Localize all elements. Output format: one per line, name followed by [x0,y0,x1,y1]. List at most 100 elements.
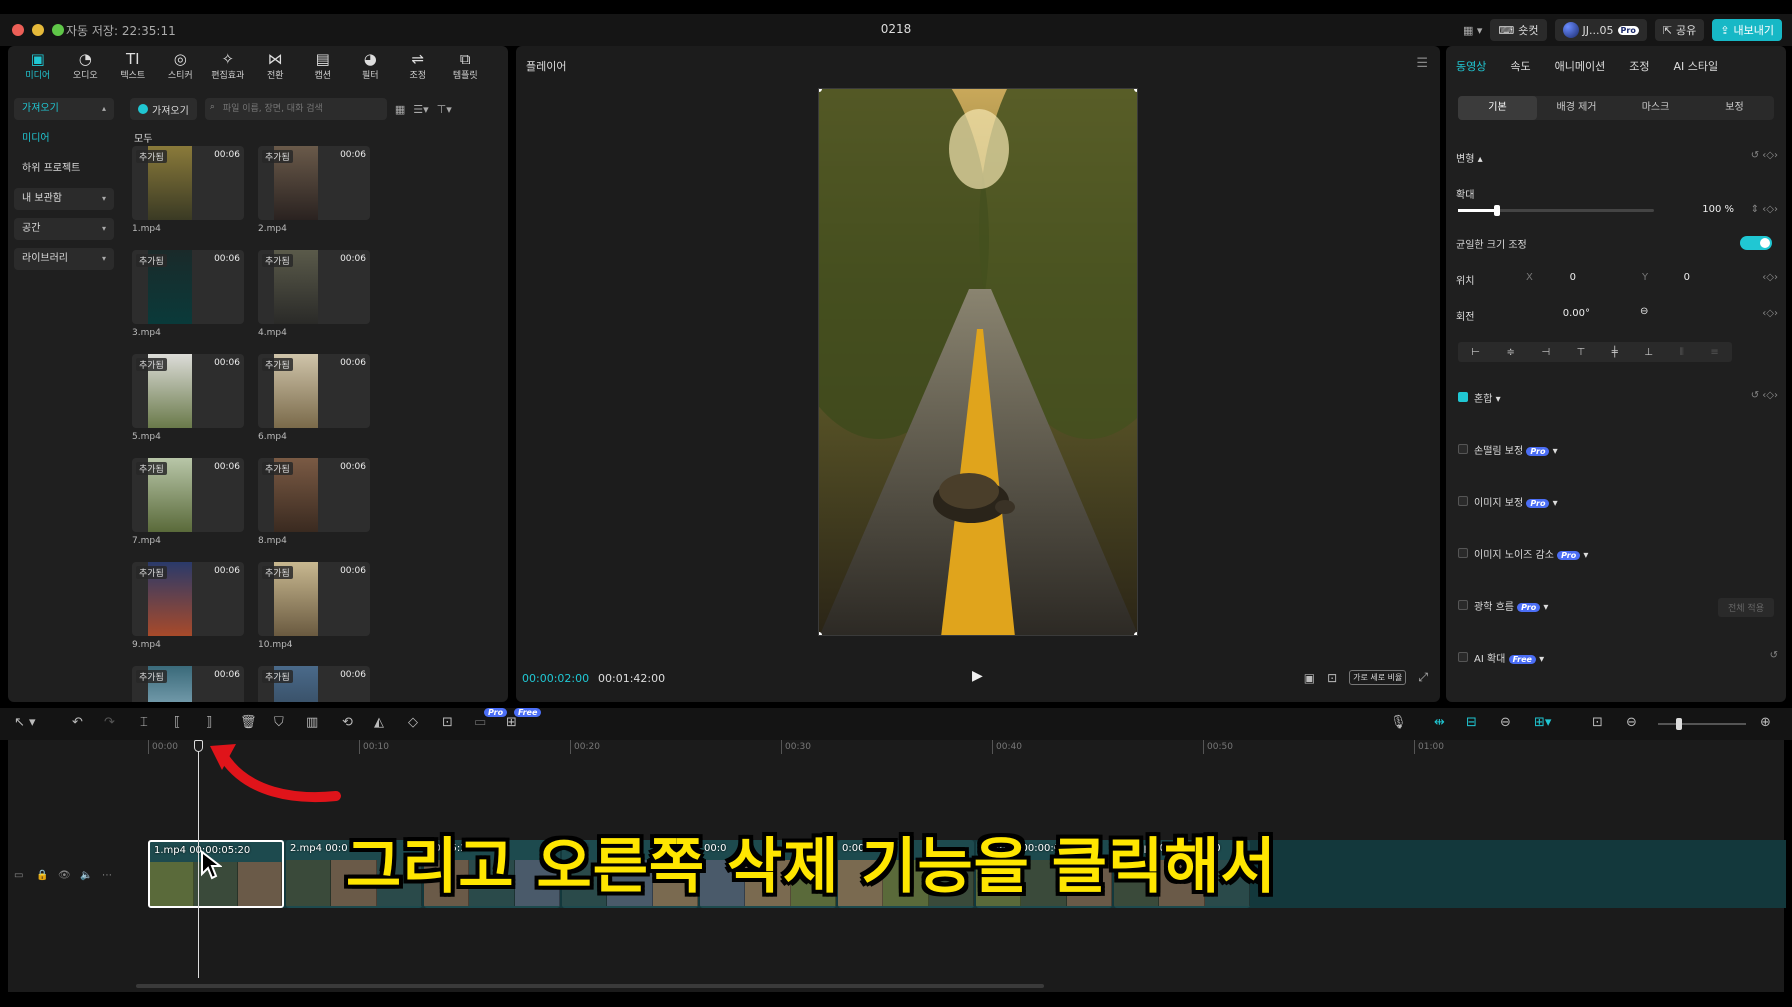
export-button[interactable]: ⇪ 내보내기 [1712,19,1782,41]
blend-checkbox[interactable] [1458,392,1468,402]
tool-tab-adjust[interactable]: ⇌ 조정 [394,46,442,86]
timeline-scrollbar[interactable] [136,984,1044,988]
undo-icon[interactable]: ↶ [72,715,83,730]
scale-slider[interactable] [1458,205,1654,216]
media-clip[interactable]: 추가됨 00:06 [258,666,370,702]
crop-icon[interactable]: ⊡ [442,715,453,730]
resize-handle[interactable] [1134,89,1137,92]
resize-handle[interactable] [1134,632,1137,635]
clip-thumbnail[interactable]: 추가됨 00:06 [132,250,244,324]
nav-sub-project[interactable]: 하위 프로젝트 [14,158,114,180]
media-clip[interactable]: 추가됨 00:06 2.mp4 [258,146,370,234]
inspector-tab[interactable]: 속도 [1510,58,1530,74]
ai-upscale-label[interactable]: AI 확대 Free ▾ [1474,650,1544,665]
inspector-subtab[interactable]: 배경 제거 [1537,96,1616,120]
marker-icon[interactable]: ⛉ [274,715,284,730]
rotation-dial-icon[interactable]: ⊖ [1640,306,1648,317]
shortcut-button[interactable]: ⌨ 숏컷 [1490,19,1547,41]
minimize-window-button[interactable] [32,24,44,36]
fullscreen-icon[interactable]: ⤢ [1418,670,1428,685]
position-keyframe-icon[interactable]: ‹◇› [1762,272,1778,283]
stabilize-checkbox[interactable] [1458,444,1468,454]
clip-thumbnail[interactable]: 추가됨 00:06 [258,354,370,428]
tool-tab-caption[interactable]: ▤ 캡션 [299,46,347,86]
media-clip[interactable]: 추가됨 00:06 3.mp4 [132,250,244,338]
timeline-zoom-slider[interactable] [1658,718,1746,730]
inspector-subtab[interactable]: 보정 [1695,96,1774,120]
media-clip[interactable]: 추가됨 00:06 8.mp4 [258,458,370,546]
redo-icon[interactable]: ↷ [104,715,115,730]
resize-icon[interactable]: ▭ [474,715,486,730]
menu-icon[interactable]: ☰ [1416,56,1428,71]
maximize-window-button[interactable] [52,24,64,36]
lock-icon[interactable]: 🔒 [36,870,48,881]
noise-reduction-label[interactable]: 이미지 노이즈 감소 Pro ▾ [1474,546,1588,561]
media-clip[interactable]: 추가됨 00:06 1.mp4 [132,146,244,234]
noise-reduction-checkbox[interactable] [1458,548,1468,558]
clip-thumbnail[interactable]: 추가됨 00:06 [258,562,370,636]
nav-import[interactable]: 가져오기 ▴ [14,98,114,120]
clip-thumbnail[interactable]: 추가됨 00:06 [132,458,244,532]
media-clip[interactable]: 추가됨 00:06 [132,666,244,702]
inspector-subtab[interactable]: 마스크 [1616,96,1695,120]
blend-label[interactable]: 혼합 ▾ [1474,390,1501,405]
playhead[interactable] [198,746,199,978]
search-input[interactable] [204,98,387,120]
optical-flow-checkbox[interactable] [1458,600,1468,610]
clip-thumbnail[interactable]: 추가됨 00:06 [132,562,244,636]
split-icon[interactable]: ⌶ [140,715,148,730]
inspector-tab[interactable]: 애니메이션 [1555,58,1606,74]
media-clip[interactable]: 추가됨 00:06 9.mp4 [132,562,244,650]
media-clip[interactable]: 추가됨 00:06 6.mp4 [258,354,370,442]
microphone-icon[interactable]: 🎙 [1390,715,1407,730]
more-icon[interactable]: ⋯ [102,870,112,881]
nav-media[interactable]: 미디어 [14,128,114,150]
reverse-icon[interactable]: ⟲ [342,715,353,730]
media-clip[interactable]: 추가됨 00:06 4.mp4 [258,250,370,338]
distribute-v-icon[interactable]: ≡ [1710,347,1718,358]
video-preview[interactable] [818,88,1138,636]
nav-library[interactable]: 라이브러리 ▾ [14,248,114,270]
nav-my-storage[interactable]: 내 보관함 ▾ [14,188,114,210]
align-middle-icon[interactable]: ╪ [1612,347,1618,358]
x-input[interactable]: 0 [1556,272,1576,283]
align-left-icon[interactable]: ⊢ [1471,347,1480,358]
zoom-in-icon[interactable]: ⊕ [1760,715,1771,730]
link-icon[interactable]: ⊖ [1500,715,1511,730]
tool-tab-media[interactable]: ▣ 미디어 [14,46,62,86]
play-icon[interactable]: ▶ [972,668,983,684]
import-button[interactable]: 가져오기 [130,98,197,120]
align-center-h-icon[interactable]: ≑ [1506,347,1514,358]
tool-tab-template[interactable]: ⧉ 템플릿 [442,46,490,86]
clip-thumbnail[interactable]: 추가됨 00:06 [258,458,370,532]
split-right-icon[interactable]: ⟧ [206,715,212,730]
preview-axis-icon[interactable]: ⊞▾ [1534,715,1551,730]
stepper-keyframe-icon[interactable]: ⇕ ‹◇› [1751,204,1778,215]
media-clip[interactable]: 추가됨 00:06 10.mp4 [258,562,370,650]
freeze-icon[interactable]: ▥ [306,715,318,730]
tool-tab-filter[interactable]: ◕ 필터 [347,46,395,86]
tool-tab-audio[interactable]: ◔ 오디오 [62,46,110,86]
filter-icon[interactable]: ⊤▾ [437,103,452,116]
media-clip[interactable]: 추가됨 00:06 7.mp4 [132,458,244,546]
rotate-icon[interactable]: ◇ [408,715,418,730]
distribute-h-icon[interactable]: ⦀ [1679,347,1683,358]
mute-icon[interactable]: 🔈 [80,870,92,881]
rotation-input[interactable]: 0.00° [1526,308,1590,319]
zoom-icon[interactable]: ⊡ [1327,671,1337,685]
media-clip[interactable]: 추가됨 00:06 5.mp4 [132,354,244,442]
clip-thumbnail[interactable]: 추가됨 00:06 [258,146,370,220]
ai-upscale-reset-icon[interactable]: ↺ [1770,650,1778,661]
clip-thumbnail[interactable]: 추가됨 00:06 [258,666,370,702]
track-cover-icon[interactable]: ▭ [14,870,23,881]
rotation-keyframe-icon[interactable]: ‹◇› [1762,308,1778,319]
scale-value[interactable]: 100 % [1676,204,1734,215]
account-button[interactable]: JJ...05 Pro [1554,19,1647,41]
scale-slider-knob[interactable] [1494,205,1501,216]
clip-thumbnail[interactable]: 추가됨 00:06 [132,146,244,220]
grid-icon[interactable]: ▣ [1304,671,1315,685]
eye-icon[interactable]: 👁 [58,870,71,881]
align-top-icon[interactable]: ⊤ [1577,347,1586,358]
tool-tab-sticker[interactable]: ◎ 스티커 [157,46,205,86]
grid-view-icon[interactable]: ▦ [395,103,405,116]
